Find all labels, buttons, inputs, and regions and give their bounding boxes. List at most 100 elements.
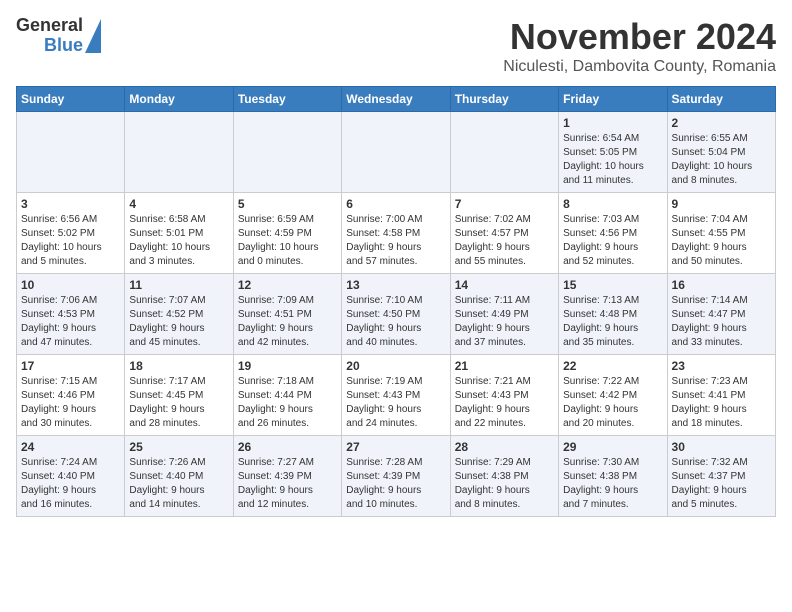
weekday-header: Thursday: [450, 87, 558, 112]
calendar-cell: 1 Sunrise: 6:54 AM Sunset: 5:05 PM Daylig…: [559, 112, 667, 193]
day-info: Sunrise: 6:54 AM Sunset: 5:05 PM Dayligh…: [563, 132, 662, 188]
logo-blue: Blue: [44, 36, 83, 56]
day-number: 19: [238, 359, 337, 373]
day-info: Sunrise: 7:06 AM Sunset: 4:53 PM Dayligh…: [21, 294, 120, 350]
weekday-header: Monday: [125, 87, 233, 112]
calendar-cell: 16 Sunrise: 7:14 AM Sunset: 4:47 PM Dayli…: [667, 274, 775, 355]
calendar-cell: 3 Sunrise: 6:56 AM Sunset: 5:02 PM Daylig…: [17, 193, 125, 274]
day-info: Sunrise: 7:07 AM Sunset: 4:52 PM Dayligh…: [129, 294, 228, 350]
day-number: 18: [129, 359, 228, 373]
day-info: Sunrise: 7:04 AM Sunset: 4:55 PM Dayligh…: [672, 213, 771, 269]
logo-triangle: [85, 19, 101, 53]
calendar-cell: 4 Sunrise: 6:58 AM Sunset: 5:01 PM Daylig…: [125, 193, 233, 274]
calendar-week-row: 17 Sunrise: 7:15 AM Sunset: 4:46 PM Dayli…: [17, 355, 776, 436]
day-number: 6: [346, 197, 445, 211]
day-info: Sunrise: 7:02 AM Sunset: 4:57 PM Dayligh…: [455, 213, 554, 269]
day-info: Sunrise: 7:11 AM Sunset: 4:49 PM Dayligh…: [455, 294, 554, 350]
day-info: Sunrise: 7:23 AM Sunset: 4:41 PM Dayligh…: [672, 375, 771, 431]
day-info: Sunrise: 7:13 AM Sunset: 4:48 PM Dayligh…: [563, 294, 662, 350]
day-number: 16: [672, 278, 771, 292]
calendar-cell: 10 Sunrise: 7:06 AM Sunset: 4:53 PM Dayli…: [17, 274, 125, 355]
calendar-cell: [342, 112, 450, 193]
day-info: Sunrise: 7:15 AM Sunset: 4:46 PM Dayligh…: [21, 375, 120, 431]
calendar-cell: 28 Sunrise: 7:29 AM Sunset: 4:38 PM Dayli…: [450, 436, 558, 517]
day-number: 30: [672, 440, 771, 454]
weekday-header: Saturday: [667, 87, 775, 112]
day-number: 23: [672, 359, 771, 373]
day-number: 10: [21, 278, 120, 292]
calendar-cell: 7 Sunrise: 7:02 AM Sunset: 4:57 PM Daylig…: [450, 193, 558, 274]
day-number: 21: [455, 359, 554, 373]
calendar-cell: 26 Sunrise: 7:27 AM Sunset: 4:39 PM Dayli…: [233, 436, 341, 517]
calendar-cell: 24 Sunrise: 7:24 AM Sunset: 4:40 PM Dayli…: [17, 436, 125, 517]
day-number: 8: [563, 197, 662, 211]
calendar-cell: 15 Sunrise: 7:13 AM Sunset: 4:48 PM Dayli…: [559, 274, 667, 355]
weekday-header: Friday: [559, 87, 667, 112]
page-subtitle: Niculesti, Dambovita County, Romania: [503, 58, 776, 76]
calendar-cell: 25 Sunrise: 7:26 AM Sunset: 4:40 PM Dayli…: [125, 436, 233, 517]
weekday-header: Tuesday: [233, 87, 341, 112]
day-number: 1: [563, 116, 662, 130]
day-info: Sunrise: 7:00 AM Sunset: 4:58 PM Dayligh…: [346, 213, 445, 269]
day-number: 22: [563, 359, 662, 373]
day-info: Sunrise: 6:55 AM Sunset: 5:04 PM Dayligh…: [672, 132, 771, 188]
day-number: 13: [346, 278, 445, 292]
calendar-cell: 20 Sunrise: 7:19 AM Sunset: 4:43 PM Dayli…: [342, 355, 450, 436]
day-info: Sunrise: 7:09 AM Sunset: 4:51 PM Dayligh…: [238, 294, 337, 350]
day-number: 7: [455, 197, 554, 211]
calendar-cell: 27Sunrise: 7:28 AM Sunset: 4:39 PM Dayli…: [342, 436, 450, 517]
day-number: 4: [129, 197, 228, 211]
calendar-cell: 23 Sunrise: 7:23 AM Sunset: 4:41 PM Dayli…: [667, 355, 775, 436]
calendar-cell: [17, 112, 125, 193]
calendar-cell: 22 Sunrise: 7:22 AM Sunset: 4:42 PM Dayli…: [559, 355, 667, 436]
calendar-week-row: 10 Sunrise: 7:06 AM Sunset: 4:53 PM Dayli…: [17, 274, 776, 355]
calendar-cell: 14 Sunrise: 7:11 AM Sunset: 4:49 PM Dayli…: [450, 274, 558, 355]
day-info: Sunrise: 7:10 AM Sunset: 4:50 PM Dayligh…: [346, 294, 445, 350]
day-info: Sunrise: 6:58 AM Sunset: 5:01 PM Dayligh…: [129, 213, 228, 269]
day-info: Sunrise: 7:22 AM Sunset: 4:42 PM Dayligh…: [563, 375, 662, 431]
calendar-header-row: SundayMondayTuesdayWednesdayThursdayFrid…: [17, 87, 776, 112]
calendar-cell: 30 Sunrise: 7:32 AM Sunset: 4:37 PM Dayli…: [667, 436, 775, 517]
calendar-cell: 18 Sunrise: 7:17 AM Sunset: 4:45 PM Dayli…: [125, 355, 233, 436]
day-info: Sunrise: 7:30 AM Sunset: 4:38 PM Dayligh…: [563, 456, 662, 512]
calendar-cell: 17 Sunrise: 7:15 AM Sunset: 4:46 PM Dayli…: [17, 355, 125, 436]
day-info: Sunrise: 7:14 AM Sunset: 4:47 PM Dayligh…: [672, 294, 771, 350]
day-info: Sunrise: 6:56 AM Sunset: 5:02 PM Dayligh…: [21, 213, 120, 269]
calendar-week-row: 24 Sunrise: 7:24 AM Sunset: 4:40 PM Dayli…: [17, 436, 776, 517]
day-number: 3: [21, 197, 120, 211]
day-number: 29: [563, 440, 662, 454]
day-info: Sunrise: 7:24 AM Sunset: 4:40 PM Dayligh…: [21, 456, 120, 512]
calendar-cell: 12Sunrise: 7:09 AM Sunset: 4:51 PM Dayli…: [233, 274, 341, 355]
title-area: November 2024 Niculesti, Dambovita Count…: [503, 16, 776, 76]
day-number: 28: [455, 440, 554, 454]
day-info: Sunrise: 7:26 AM Sunset: 4:40 PM Dayligh…: [129, 456, 228, 512]
day-info: Sunrise: 7:29 AM Sunset: 4:38 PM Dayligh…: [455, 456, 554, 512]
day-number: 14: [455, 278, 554, 292]
day-number: 26: [238, 440, 337, 454]
day-number: 9: [672, 197, 771, 211]
weekday-header: Sunday: [17, 87, 125, 112]
day-info: Sunrise: 6:59 AM Sunset: 4:59 PM Dayligh…: [238, 213, 337, 269]
logo: General Blue: [16, 16, 101, 56]
day-info: Sunrise: 7:27 AM Sunset: 4:39 PM Dayligh…: [238, 456, 337, 512]
day-number: 17: [21, 359, 120, 373]
calendar-cell: 19 Sunrise: 7:18 AM Sunset: 4:44 PM Dayli…: [233, 355, 341, 436]
day-info: Sunrise: 7:32 AM Sunset: 4:37 PM Dayligh…: [672, 456, 771, 512]
calendar-cell: 9 Sunrise: 7:04 AM Sunset: 4:55 PM Daylig…: [667, 193, 775, 274]
day-info: Sunrise: 7:18 AM Sunset: 4:44 PM Dayligh…: [238, 375, 337, 431]
page-title: November 2024: [503, 16, 776, 58]
day-number: 25: [129, 440, 228, 454]
day-number: 24: [21, 440, 120, 454]
day-info: Sunrise: 7:21 AM Sunset: 4:43 PM Dayligh…: [455, 375, 554, 431]
day-number: 15: [563, 278, 662, 292]
day-number: 20: [346, 359, 445, 373]
calendar-week-row: 3 Sunrise: 6:56 AM Sunset: 5:02 PM Daylig…: [17, 193, 776, 274]
calendar-cell: [125, 112, 233, 193]
calendar-cell: 6 Sunrise: 7:00 AM Sunset: 4:58 PM Daylig…: [342, 193, 450, 274]
calendar-cell: 2Sunrise: 6:55 AM Sunset: 5:04 PM Daylig…: [667, 112, 775, 193]
day-number: 11: [129, 278, 228, 292]
day-number: 5: [238, 197, 337, 211]
day-info: Sunrise: 7:17 AM Sunset: 4:45 PM Dayligh…: [129, 375, 228, 431]
day-info: Sunrise: 7:19 AM Sunset: 4:43 PM Dayligh…: [346, 375, 445, 431]
day-number: 27: [346, 440, 445, 454]
